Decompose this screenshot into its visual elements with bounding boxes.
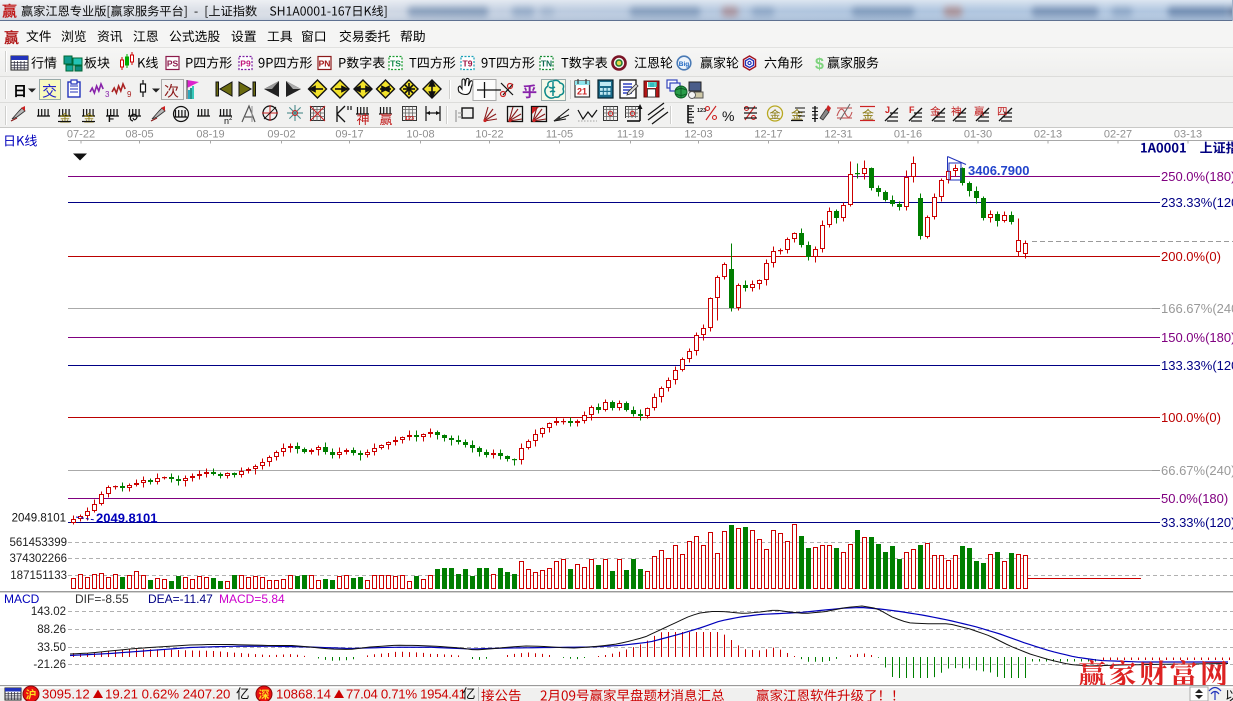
svg-text:$: $: [815, 56, 824, 73]
svg-text:TS: TS: [390, 59, 401, 69]
svg-text:133.33%(120): 133.33%(120): [1161, 358, 1233, 373]
svg-text:09-02: 09-02: [267, 129, 295, 141]
svg-text:143.02: 143.02: [31, 606, 66, 618]
svg-text:33.33%(120): 33.33%(120): [1161, 515, 1233, 530]
svg-text:DIF=-8.55: DIF=-8.55: [75, 592, 129, 606]
svg-text:21: 21: [577, 87, 587, 97]
svg-text:123: 123: [697, 108, 706, 114]
svg-text:88.26: 88.26: [37, 624, 66, 636]
svg-text:PN: PN: [319, 59, 331, 69]
svg-text:11-05: 11-05: [546, 129, 573, 141]
svg-text:10-08: 10-08: [406, 129, 434, 141]
svg-text:12-03: 12-03: [684, 129, 712, 141]
svg-text:%: %: [722, 108, 734, 124]
svg-text:07-22: 07-22: [67, 129, 95, 141]
svg-text:02-13: 02-13: [1034, 129, 1062, 141]
svg-text:F: F: [108, 114, 114, 125]
svg-text:01-30: 01-30: [964, 129, 992, 141]
svg-text:MACD: MACD: [4, 592, 40, 606]
svg-text:123: 123: [405, 116, 414, 122]
svg-text:08-05: 08-05: [125, 129, 153, 141]
svg-text:150.0%(180): 150.0%(180): [1161, 330, 1233, 345]
svg-text:3406.7900: 3406.7900: [968, 163, 1029, 178]
svg-text:100.0%(0): 100.0%(0): [1161, 410, 1221, 425]
svg-text:2049.8101: 2049.8101: [12, 513, 66, 525]
svg-text:DEA=-11.47: DEA=-11.47: [148, 592, 213, 606]
svg-text:233.33%(120): 233.33%(120): [1161, 195, 1233, 210]
svg-text:12-31: 12-31: [824, 129, 852, 141]
svg-text:03-13: 03-13: [1174, 129, 1202, 141]
svg-text:08-19: 08-19: [196, 129, 224, 141]
svg-text:12-17: 12-17: [754, 129, 782, 141]
svg-text:33.50: 33.50: [37, 642, 66, 654]
svg-text:PS: PS: [167, 59, 179, 69]
svg-text:3095.12: 3095.12: [42, 687, 90, 701]
svg-text:77.04 0.71% 1954.41: 77.04 0.71% 1954.41: [346, 687, 466, 701]
svg-text:66.67%(240): 66.67%(240): [1161, 463, 1233, 478]
svg-text:2049.8101: 2049.8101: [96, 511, 157, 526]
svg-text:P9: P9: [240, 59, 251, 69]
svg-text:01-16: 01-16: [894, 129, 922, 141]
svg-text:374302266: 374302266: [9, 553, 67, 565]
svg-text:561453399: 561453399: [9, 537, 67, 549]
svg-text:50.0%(180): 50.0%(180): [1161, 491, 1228, 506]
svg-text:10868.14: 10868.14: [276, 687, 331, 701]
svg-text:F: F: [909, 105, 915, 115]
svg-text:MACD=5.84: MACD=5.84: [219, 592, 285, 606]
svg-text:166.67%(240): 166.67%(240): [1161, 301, 1233, 316]
svg-text:187151133: 187151133: [10, 570, 67, 582]
svg-text:9: 9: [127, 90, 132, 99]
svg-text:19.21 0.62% 2407.20: 19.21 0.62% 2407.20: [105, 687, 230, 701]
svg-text:200.0%(0): 200.0%(0): [1161, 249, 1221, 264]
svg-text:02-27: 02-27: [1104, 129, 1132, 141]
svg-text:T9: T9: [463, 59, 473, 69]
svg-text:J: J: [885, 105, 890, 115]
svg-text:10-22: 10-22: [475, 129, 503, 141]
svg-text:Big: Big: [679, 61, 690, 68]
svg-text:3: 3: [105, 90, 110, 99]
svg-text:TN: TN: [541, 59, 552, 69]
svg-text:250.0%(180): 250.0%(180): [1161, 169, 1233, 184]
svg-text:09-17: 09-17: [335, 129, 363, 141]
svg-text:11-19: 11-19: [617, 129, 644, 141]
svg-text:-21.26: -21.26: [33, 659, 66, 671]
